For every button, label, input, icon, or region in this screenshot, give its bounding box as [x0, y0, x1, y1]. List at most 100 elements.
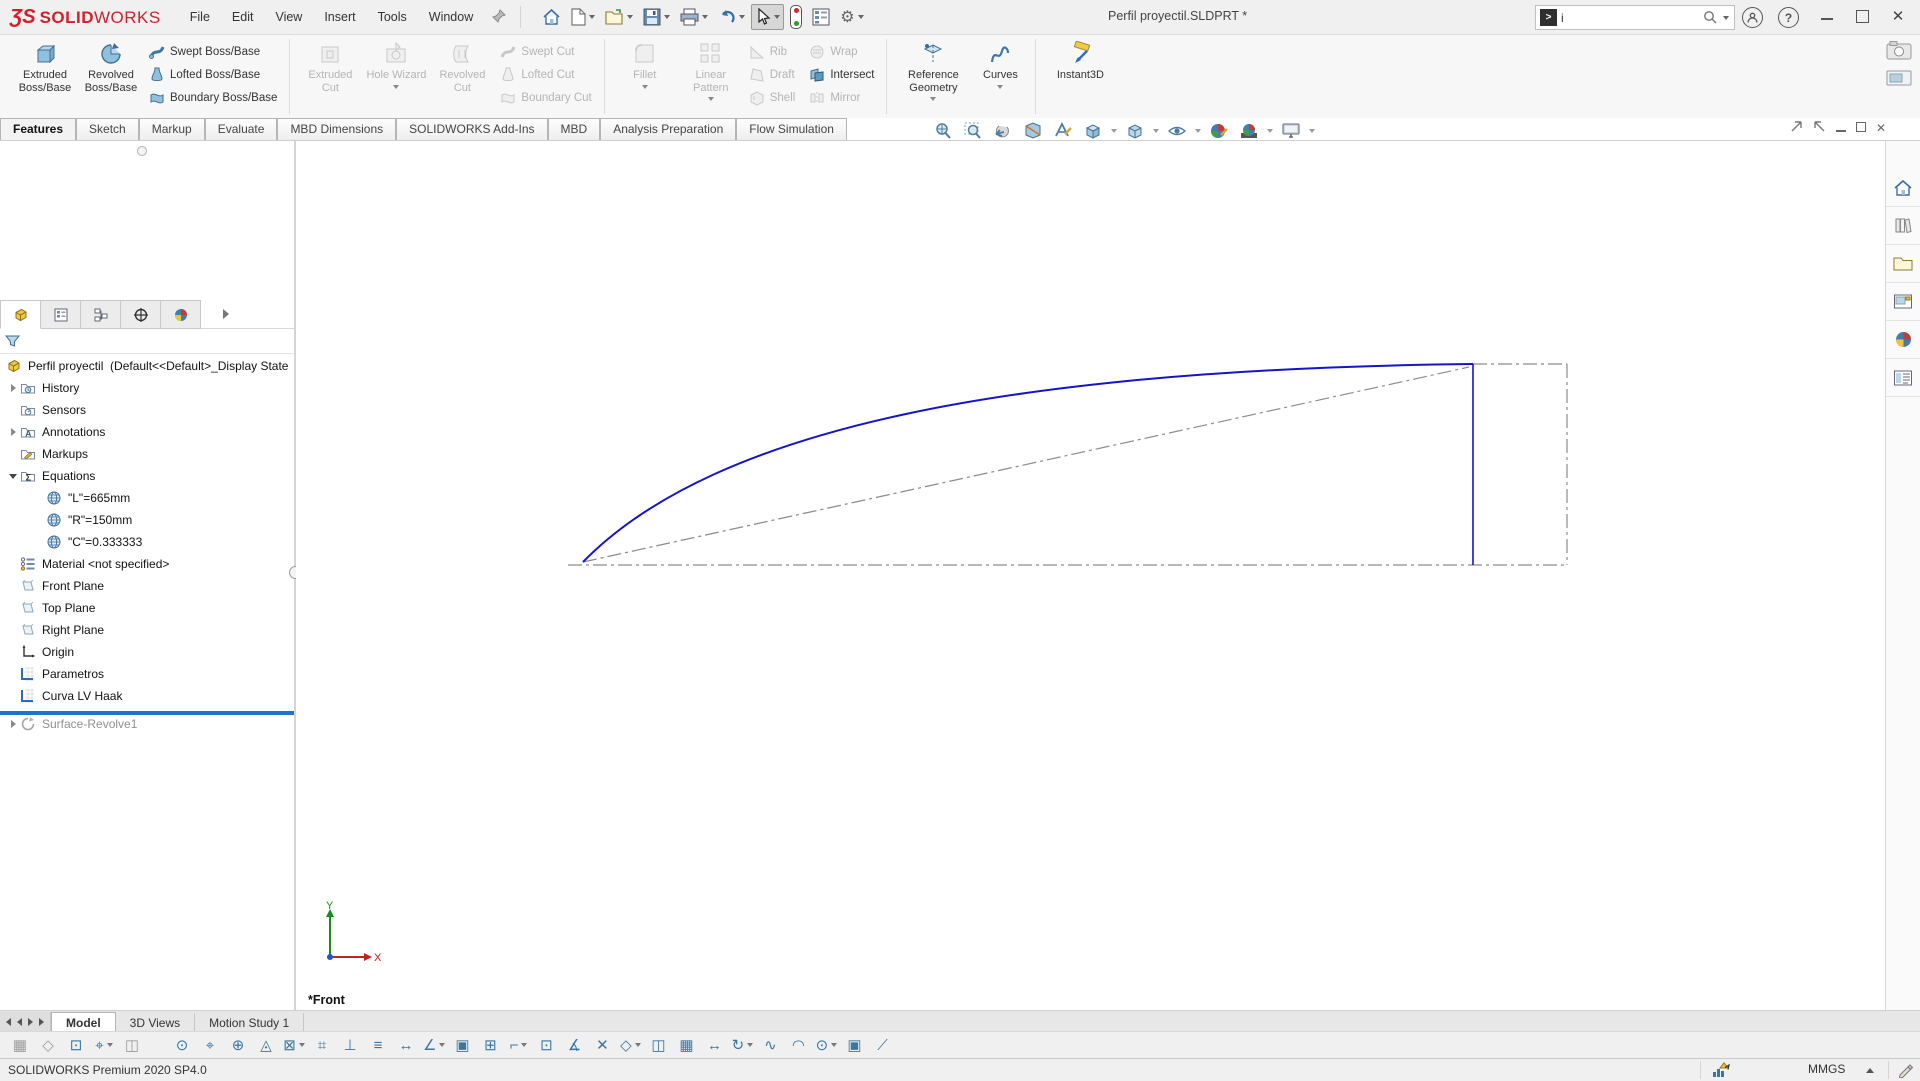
offset-tool-icon[interactable]: ◇ — [618, 1033, 642, 1057]
intersection-snap-icon[interactable]: ⊠ — [282, 1033, 306, 1057]
sketch-grid-icon[interactable]: ▦ — [8, 1033, 32, 1057]
relations-icon[interactable]: ⊡ — [534, 1033, 558, 1057]
tab-flow-simulation[interactable]: Flow Simulation — [736, 118, 847, 140]
intersect-button[interactable]: Intersect — [804, 63, 879, 86]
hide-show-items-button[interactable] — [1163, 119, 1191, 143]
tree-item-front-plane[interactable]: Front Plane — [0, 575, 294, 597]
tree-item-parametros[interactable]: Parametros — [0, 663, 294, 685]
settings-button[interactable]: ⚙ — [836, 3, 867, 31]
units-caret-icon[interactable] — [1866, 1068, 1874, 1073]
zoom-to-fit-button[interactable] — [929, 119, 957, 143]
menu-insert[interactable]: Insert — [313, 2, 366, 32]
hv-snap-icon[interactable]: ↔ — [394, 1033, 418, 1057]
tab-mbd-dimensions[interactable]: MBD Dimensions — [277, 118, 396, 140]
nearest-snap-icon[interactable]: ⌗ — [310, 1033, 334, 1057]
menu-view[interactable]: View — [264, 2, 313, 32]
erase-icon[interactable]: ◫ — [120, 1033, 144, 1057]
tab-analysis-preparation[interactable]: Analysis Preparation — [600, 118, 736, 140]
hole-wizard-button[interactable]: Hole Wizard — [363, 38, 429, 92]
panel-top-splitter-handle[interactable] — [137, 146, 147, 156]
save-button[interactable] — [639, 4, 674, 30]
configurationmanager-tab[interactable] — [81, 300, 121, 329]
tab-3d-views[interactable]: 3D Views — [116, 1013, 195, 1032]
shell-button[interactable]: Shell — [744, 86, 801, 109]
doc-close-icon[interactable]: ✕ — [1876, 121, 1886, 135]
tab-evaluate[interactable]: Evaluate — [205, 118, 278, 140]
tree-item-annotations[interactable]: A Annotations — [0, 421, 294, 443]
user-account-icon[interactable] — [1742, 7, 1766, 28]
pin-menu-icon[interactable] — [492, 9, 506, 26]
doc-restore-icon[interactable] — [1856, 121, 1866, 135]
section-view-button[interactable] — [1019, 119, 1047, 143]
spline-tool-icon[interactable]: ∿ — [758, 1033, 782, 1057]
record-video-icon[interactable] — [1886, 69, 1912, 90]
extruded-cut-button[interactable]: Extruded Cut — [297, 38, 363, 97]
snap-options-icon[interactable]: ⌐ — [506, 1033, 530, 1057]
menu-window[interactable]: Window — [418, 2, 484, 32]
display-style-button[interactable] — [1121, 119, 1149, 143]
hide-show-caret-icon[interactable] — [1195, 129, 1201, 133]
curves-button[interactable]: Curves — [972, 38, 1028, 92]
rib-button[interactable]: Rib — [744, 40, 801, 63]
point-snap-icon[interactable]: ⊙ — [170, 1033, 194, 1057]
print-button[interactable] — [676, 4, 712, 30]
tree-item-equation-R[interactable]: "R"=150mm — [0, 509, 294, 531]
performance-warning-icon[interactable] — [1712, 1062, 1730, 1081]
tab-markup[interactable]: Markup — [139, 118, 205, 140]
tab-scroll-controls[interactable] — [0, 1012, 51, 1032]
tab-sketch[interactable]: Sketch — [76, 118, 139, 140]
midpoint-snap-icon[interactable]: ⊕ — [226, 1033, 250, 1057]
boundary-cut-button[interactable]: Boundary Cut — [495, 86, 596, 109]
dimxpertmanager-tab[interactable] — [121, 300, 161, 329]
new-document-button[interactable] — [567, 4, 599, 30]
tree-item-markups[interactable]: Markups — [0, 443, 294, 465]
wrap-button[interactable]: Wrap — [804, 40, 879, 63]
undo-button[interactable] — [714, 4, 749, 30]
mirror-button[interactable]: Mirror — [804, 86, 879, 109]
reference-geometry-button[interactable]: Reference Geometry — [894, 38, 972, 104]
minimize-button[interactable] — [1815, 7, 1839, 23]
undock-commandmanager-icon[interactable] — [1790, 120, 1803, 136]
units-selector[interactable]: MMGS — [1808, 1062, 1845, 1076]
revolved-boss-base-button[interactable]: Revolved Boss/Base — [78, 38, 144, 97]
grid-snap-icon[interactable]: ⊞ — [478, 1033, 502, 1057]
tree-item-surface-revolve1[interactable]: Surface-Revolve1 — [0, 713, 294, 735]
extruded-boss-base-button[interactable]: Extruded Boss/Base — [12, 38, 78, 97]
sketch-settings-icon[interactable]: ⊡ — [64, 1033, 88, 1057]
tab-model[interactable]: Model — [51, 1012, 116, 1032]
revolved-cut-button[interactable]: Revolved Cut — [429, 38, 495, 97]
tab-features[interactable]: Features — [0, 118, 76, 140]
graphics-viewport[interactable]: Y X *Front — [296, 141, 1885, 1010]
center-snap-icon[interactable]: ⌖ — [198, 1033, 222, 1057]
search-box[interactable]: > i — [1535, 5, 1735, 30]
angle-snap-icon[interactable]: ∠ — [422, 1033, 446, 1057]
expand-arrow-icon[interactable] — [6, 428, 20, 436]
tree-root-part[interactable]: Perfil proyectil (Default<<Default>_Disp… — [0, 355, 294, 377]
rollback-bar[interactable] — [0, 711, 294, 715]
edit-appearance-button[interactable] — [1205, 119, 1233, 143]
expand-arrow-icon[interactable] — [6, 720, 20, 728]
swept-cut-button[interactable]: Swept Cut — [495, 40, 596, 63]
search-input[interactable]: i — [1561, 11, 1703, 25]
displaymanager-tab[interactable] — [161, 300, 201, 329]
trim-tool-icon[interactable]: ✕ — [590, 1033, 614, 1057]
help-icon[interactable]: ? — [1778, 7, 1802, 28]
rect-tool-icon[interactable]: ▣ — [842, 1033, 866, 1057]
menu-tools[interactable]: Tools — [367, 2, 418, 32]
tree-filter-input[interactable] — [26, 331, 294, 351]
boundary-boss-base-button[interactable]: Boundary Boss/Base — [144, 86, 282, 109]
taskpane-home-tab[interactable] — [1886, 169, 1920, 207]
tab-motion-study-1[interactable]: Motion Study 1 — [195, 1013, 304, 1032]
scroll-first-icon[interactable] — [6, 1018, 11, 1026]
pattern-tool-icon[interactable]: ▦ — [674, 1033, 698, 1057]
circle-tool-icon[interactable]: ⊙ — [814, 1033, 838, 1057]
close-button[interactable]: ✕ — [1886, 7, 1910, 25]
quadrant-snap-icon[interactable]: ◬ — [254, 1033, 278, 1057]
open-button[interactable] — [601, 4, 637, 30]
tab-solidworks-add-ins[interactable]: SOLIDWORKS Add-Ins — [396, 118, 547, 140]
doc-minimize-icon[interactable] — [1836, 121, 1846, 135]
display-style-caret-icon[interactable] — [1153, 129, 1159, 133]
no-snap-icon[interactable]: ◇ — [36, 1033, 60, 1057]
fillet-button[interactable]: Fillet — [612, 38, 678, 92]
line-tool-icon[interactable]: ⟋ — [870, 1033, 894, 1057]
